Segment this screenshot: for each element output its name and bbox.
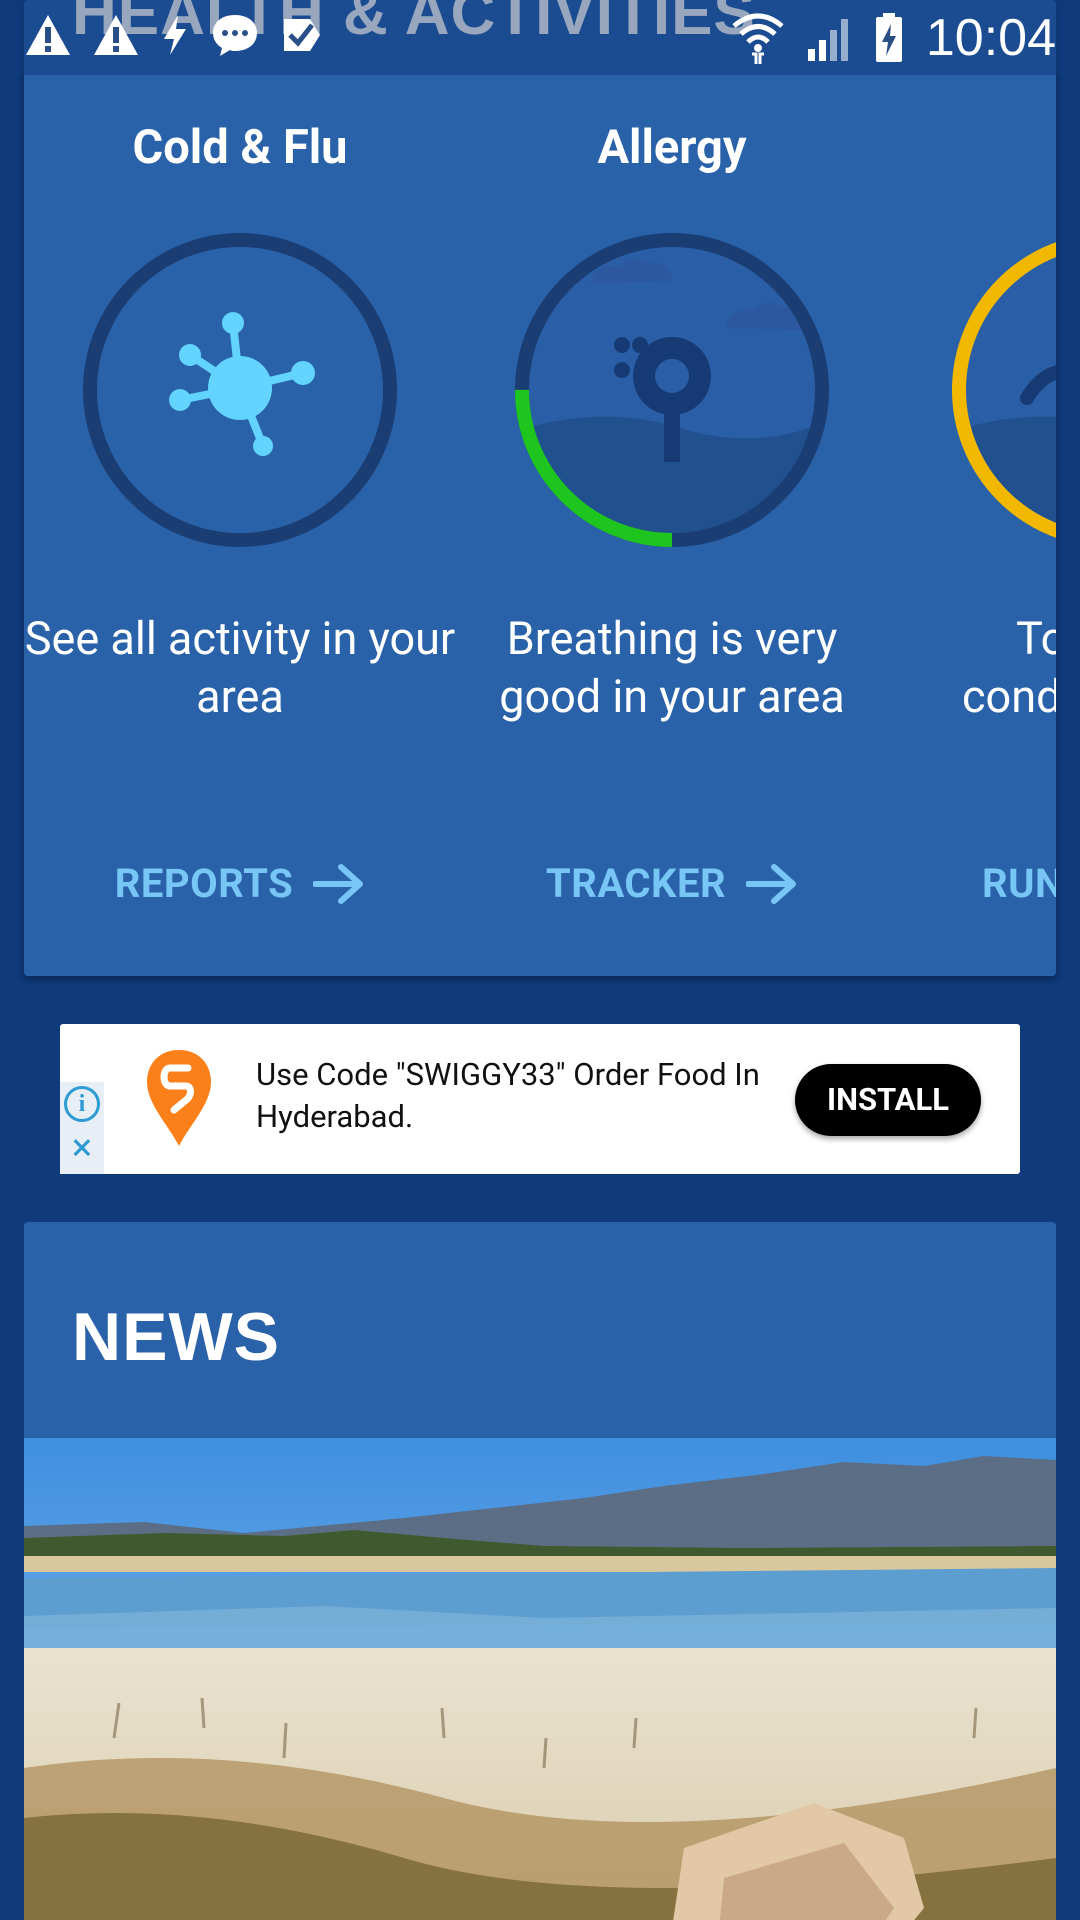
warning-icon	[26, 15, 70, 55]
activity-tile-cold-flu[interactable]: Cold & Flu See all activity in your area	[24, 0, 456, 976]
check-icon	[284, 19, 320, 51]
tile-title: Cold & Flu	[132, 120, 348, 175]
activity-tile-running[interactable]: G Tocondi RUN T	[888, 0, 1056, 976]
status-bar-system: 10:04	[732, 8, 1056, 68]
info-icon[interactable]: i	[64, 1086, 100, 1122]
news-card: NEWS	[24, 1222, 1056, 1920]
health-activities-card: Cold & Flu See all activity in your area	[24, 0, 1056, 976]
battery-charging-icon	[875, 13, 902, 62]
arrow-right-icon	[746, 863, 797, 904]
news-title: NEWS	[72, 1299, 280, 1375]
run-button[interactable]: RUN T	[982, 860, 1056, 907]
virus-icon	[83, 233, 397, 547]
signal-icon	[807, 19, 848, 61]
tile-description: Tocondi	[962, 610, 1056, 726]
lightning-icon	[164, 15, 186, 55]
reports-button[interactable]: REPORTS	[24, 860, 456, 907]
clock: 10:04	[925, 9, 1056, 67]
close-icon[interactable]: ×	[66, 1129, 98, 1167]
tile-description: Breathing is very good in your area	[499, 612, 845, 723]
action-label: RUN T	[982, 860, 1056, 907]
tile-title: Allergy	[597, 120, 747, 175]
ad-choices: i ×	[60, 1082, 104, 1174]
desc-line-1: To	[1016, 612, 1056, 665]
pollen-tree-icon	[515, 233, 829, 547]
running-icon	[952, 242, 1056, 538]
action-label: REPORTS	[114, 860, 294, 907]
warning-icon	[94, 15, 138, 55]
ad-text: Use Code "SWIGGY33" Order Food In Hydera…	[256, 1056, 760, 1135]
ad-banner[interactable]: i × Use Code "SWIGGY33" Order Food In Hy…	[60, 1024, 1020, 1174]
status-bar-notifications	[24, 12, 324, 58]
activity-tile-allergy[interactable]: Allergy Breathing is very good in your a…	[456, 0, 888, 976]
tracker-button[interactable]: TRACKER	[456, 860, 888, 907]
news-image-drought-reservoir[interactable]	[24, 1438, 1056, 1920]
install-button[interactable]: INSTALL	[795, 1064, 981, 1136]
wifi-icon	[732, 13, 784, 64]
chat-bubble-icon	[213, 15, 257, 56]
desc-line-2: condi	[962, 670, 1056, 723]
screen: Cold & Flu See all activity in your area	[0, 0, 1080, 1920]
tile-description: See all activity in your area	[24, 612, 456, 723]
action-label: TRACKER	[545, 860, 727, 907]
swiggy-logo	[147, 1050, 211, 1146]
arrow-right-icon	[313, 863, 364, 904]
